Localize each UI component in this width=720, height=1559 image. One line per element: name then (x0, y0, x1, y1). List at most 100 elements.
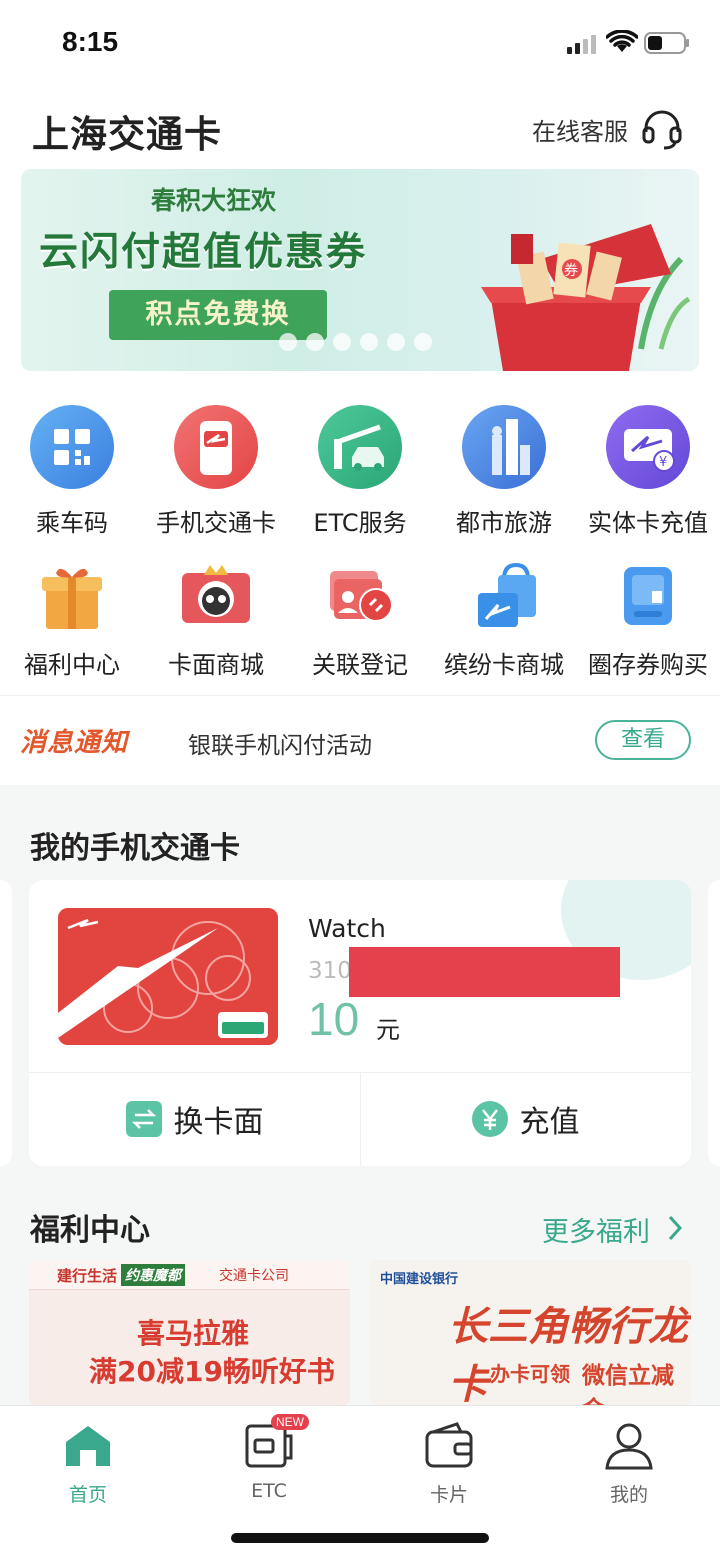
promo-bank-logo-text: 中国建设银行 (380, 1272, 459, 1287)
tab-label: ETC (251, 1480, 287, 1502)
service-row: 福利中心 卡面商城 关联登记 缤纷卡商城 圈存券购买 (0, 535, 720, 685)
banner-headline: 云闪付超值优惠券 (39, 230, 368, 275)
colorful-card-mall-entry[interactable]: 缤纷卡商城 (432, 535, 576, 680)
shopping-bag-icon (478, 562, 536, 627)
tab-label: 我的 (609, 1484, 648, 1506)
promo-subtitle: 微信立减金 (582, 1363, 674, 1405)
banner-subtitle: 春积大狂欢 (151, 186, 277, 215)
prev-card-peek[interactable] (0, 880, 12, 1166)
grid-label: 圈存券购买 (588, 651, 708, 679)
promo-card-ximalaya[interactable]: 建行生活 约惠魔都 交通卡公司 喜马拉雅 满20减19畅听好书 (29, 1260, 350, 1405)
notice-bar: 消息通知 银联手机闪付活动 查看 (0, 695, 720, 785)
tab-mine[interactable]: 我的 (569, 1420, 689, 1507)
city-tour-entry[interactable]: 都市旅游 (432, 405, 576, 538)
card-name: Watch (308, 914, 386, 943)
service-row: 乘车码 手机交通卡 ETC服务 都市旅游 ¥ 实体卡充值 (0, 405, 720, 538)
balance-unit: 元 (376, 1016, 400, 1044)
welfare-title: 福利中心 (30, 1213, 150, 1248)
home-icon (66, 1426, 110, 1466)
gift-icon (42, 568, 102, 629)
notice-message[interactable]: 银联手机闪付活动 (188, 726, 372, 760)
grid-label: 缤纷卡商城 (444, 651, 564, 679)
headset-icon[interactable] (640, 106, 684, 150)
tab-cards[interactable]: 卡片 (389, 1420, 509, 1507)
card-number: 310 (308, 958, 352, 984)
status-time: 8:15 (62, 26, 119, 57)
pager-dot[interactable] (360, 333, 378, 351)
change-card-face-button[interactable]: 换卡面 (29, 1072, 360, 1166)
redaction-box (349, 947, 620, 997)
qr-code-icon (30, 405, 114, 489)
physical-card-recharge-entry[interactable]: ¥ 实体卡充值 (576, 405, 720, 538)
transit-card-image (58, 908, 278, 1045)
service-grid: 乘车码 手机交通卡 ETC服务 都市旅游 ¥ 实体卡充值 福利中心 卡面商城 关… (0, 405, 720, 685)
card-recharge-icon: ¥ (606, 405, 690, 489)
more-welfare-link[interactable]: 更多福利 (542, 1210, 650, 1249)
promo-subtitle: 满20减19畅听好书 (89, 1355, 335, 1388)
banner-pager (279, 333, 432, 351)
grid-label: 实体卡充值 (588, 509, 708, 537)
online-service-link[interactable]: 在线客服 (532, 112, 628, 147)
welfare-center-entry[interactable]: 福利中心 (0, 535, 144, 680)
chevron-right-icon[interactable] (664, 1213, 686, 1243)
grid-label: 都市旅游 (456, 509, 552, 537)
tab-label: 卡片 (429, 1484, 468, 1506)
new-badge: NEW (271, 1414, 309, 1430)
etc-service-entry[interactable]: ETC服务 (288, 405, 432, 538)
pager-dot[interactable] (414, 333, 432, 351)
next-card-peek[interactable] (708, 880, 720, 1166)
pager-dot[interactable] (333, 333, 351, 351)
grid-label: 关联登记 (312, 651, 408, 679)
promo-card-dragon-card[interactable]: 中国建设银行 长三角畅行龙卡 办卡可领 微信立减金 (370, 1260, 691, 1405)
promo-brand: 约惠魔都 (121, 1264, 185, 1286)
promo-subtitle: 办卡可领 (490, 1362, 570, 1386)
svg-text:¥: ¥ (659, 455, 667, 470)
my-cards-title: 我的手机交通卡 (30, 831, 240, 866)
promo-brand: 交通卡公司 (219, 1268, 289, 1284)
pager-dot[interactable] (306, 333, 324, 351)
gift-box-illustration: 券 (481, 224, 691, 371)
promo-brand: 建行生活 (57, 1267, 118, 1285)
grid-label: ETC服务 (313, 509, 407, 537)
home-indicator[interactable] (231, 1533, 489, 1543)
wifi-icon (606, 30, 638, 52)
recharge-label: 充值 (519, 1105, 580, 1140)
card-balance: 10 (308, 993, 360, 1045)
promo-title: 喜马拉雅 (137, 1317, 250, 1350)
coupon-card-icon (624, 567, 672, 625)
page-title: 上海交通卡 (32, 113, 222, 156)
app-header: 上海交通卡 在线客服 (0, 100, 720, 156)
load-coupon-purchase-entry[interactable]: 圈存券购买 (576, 535, 720, 680)
tab-etc[interactable]: NEW ETC (209, 1414, 329, 1502)
cellular-signal-icon (567, 35, 596, 54)
promo-banner[interactable]: 春积大狂欢 云闪付超值优惠券 积点免费换 券 (21, 169, 699, 371)
cat-card-icon (182, 565, 250, 623)
link-register-entry[interactable]: 关联登记 (288, 535, 432, 680)
notice-view-button[interactable]: 查看 (595, 720, 691, 760)
ride-code-entry[interactable]: 乘车码 (0, 405, 144, 538)
coupon-text: 券 (564, 263, 578, 279)
skyline-icon (462, 405, 546, 489)
pager-dot[interactable] (387, 333, 405, 351)
wallet-icon (425, 1422, 473, 1468)
main-content: 我的手机交通卡 Watch 310 10 元 换卡面 充值 福利中心 更多福利 … (0, 785, 720, 1405)
battery-icon (644, 32, 689, 54)
tab-home[interactable]: 首页 (28, 1420, 148, 1507)
grid-label: 福利中心 (24, 651, 120, 679)
notice-tag: 消息通知 (20, 728, 129, 758)
phone-card-icon (174, 405, 258, 489)
user-icon (605, 1423, 653, 1470)
mobile-transit-card-entry[interactable]: 手机交通卡 (144, 405, 288, 538)
status-bar: 8:15 (0, 0, 720, 80)
etc-gate-icon (318, 405, 402, 489)
grid-label: 卡面商城 (168, 651, 264, 679)
tab-label: 首页 (68, 1484, 107, 1506)
recharge-button[interactable]: 充值 (360, 1072, 691, 1166)
grid-label: 手机交通卡 (156, 509, 276, 537)
transit-card-panel[interactable]: Watch 310 10 元 换卡面 充值 (29, 880, 691, 1166)
swap-icon (125, 1101, 162, 1137)
pager-dot[interactable] (279, 333, 297, 351)
card-face-mall-entry[interactable]: 卡面商城 (144, 535, 288, 680)
change-card-face-label: 换卡面 (173, 1105, 264, 1140)
link-card-icon (330, 571, 393, 622)
